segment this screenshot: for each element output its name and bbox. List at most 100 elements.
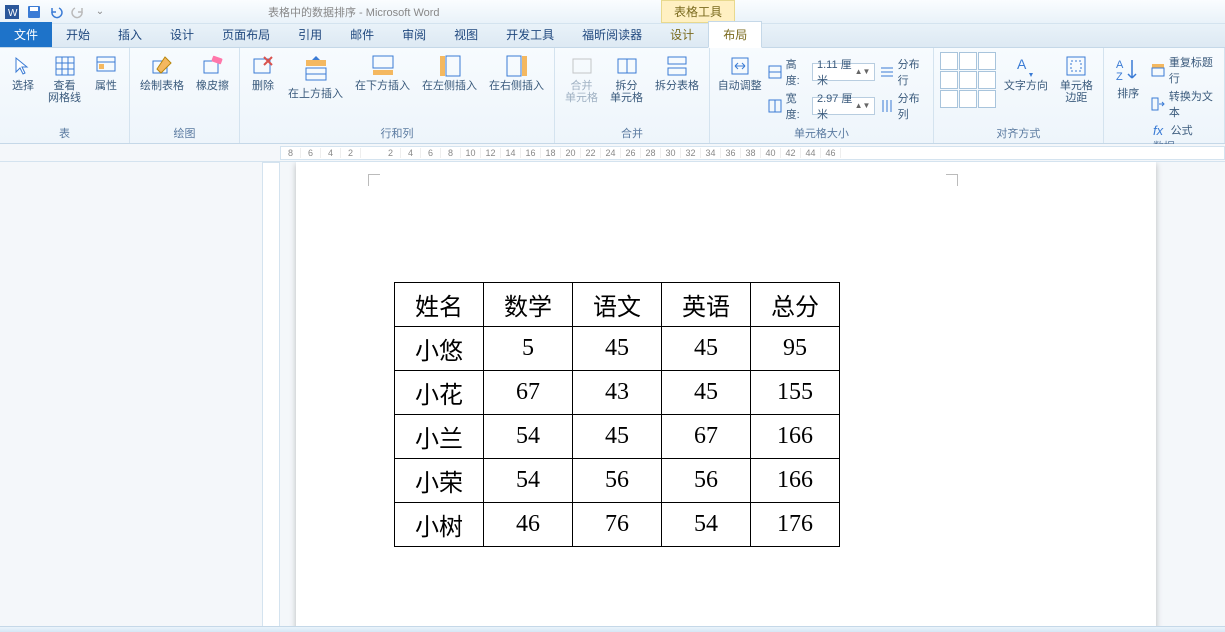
convert-text-button[interactable]: 转换为文本 <box>1151 88 1218 120</box>
align-tc[interactable] <box>959 52 977 70</box>
tab-page-layout[interactable]: 页面布局 <box>208 22 284 47</box>
properties-button[interactable]: 属性 <box>89 52 123 94</box>
table-cell[interactable]: 小悠 <box>395 327 484 371</box>
tab-foxit[interactable]: 福昕阅读器 <box>568 22 656 47</box>
select-button[interactable]: 选择 <box>6 52 40 94</box>
dist-cols-icon <box>879 98 893 114</box>
tab-review[interactable]: 审阅 <box>388 22 440 47</box>
tab-developer[interactable]: 开发工具 <box>492 22 568 47</box>
vertical-ruler[interactable] <box>262 162 280 632</box>
group-draw: 绘制表格 橡皮擦 绘图 <box>130 48 240 143</box>
align-ml[interactable] <box>940 71 958 89</box>
table-row[interactable]: 小树467654176 <box>395 503 840 547</box>
tab-design[interactable]: 设计 <box>156 22 208 47</box>
document-area: 姓名数学语文英语总分 小悠5454595小花674345155小兰5445671… <box>0 162 1225 632</box>
table-cell[interactable]: 45 <box>573 415 662 459</box>
table-cell[interactable]: 46 <box>484 503 573 547</box>
table-header[interactable]: 总分 <box>751 283 840 327</box>
document-table[interactable]: 姓名数学语文英语总分 小悠5454595小花674345155小兰5445671… <box>394 282 840 547</box>
table-cell[interactable]: 43 <box>573 371 662 415</box>
row-height-icon <box>767 64 781 80</box>
window-title: 表格中的数据排序 - Microsoft Word <box>268 4 440 20</box>
tab-table-layout[interactable]: 布局 <box>708 21 762 48</box>
repeat-header-button[interactable]: 重复标题行 <box>1151 54 1218 86</box>
autofit-button[interactable]: 自动调整 <box>716 52 763 94</box>
align-mr[interactable] <box>978 71 996 89</box>
eraser-icon <box>201 54 225 78</box>
table-cell[interactable]: 67 <box>484 371 573 415</box>
insert-below-button[interactable]: 在下方插入 <box>351 52 414 94</box>
cell-margins-button[interactable]: 单元格 边距 <box>1056 52 1097 106</box>
table-header[interactable]: 英语 <box>662 283 751 327</box>
tab-table-design[interactable]: 设计 <box>656 22 708 47</box>
table-cell[interactable]: 54 <box>484 415 573 459</box>
table-cell[interactable]: 小树 <box>395 503 484 547</box>
table-cell[interactable]: 45 <box>662 371 751 415</box>
margin-corner-tl <box>368 174 380 186</box>
table-cell[interactable]: 155 <box>751 371 840 415</box>
tab-mailings[interactable]: 邮件 <box>336 22 388 47</box>
height-input[interactable]: 1.11 厘米▲▼ <box>812 63 875 81</box>
table-row[interactable]: 小花674345155 <box>395 371 840 415</box>
table-row[interactable]: 小兰544567166 <box>395 415 840 459</box>
table-header[interactable]: 姓名 <box>395 283 484 327</box>
table-cell[interactable]: 5 <box>484 327 573 371</box>
horizontal-ruler[interactable]: 8642246810121416182022242628303234363840… <box>280 146 1225 160</box>
tab-home[interactable]: 开始 <box>52 22 104 47</box>
table-row[interactable]: 小悠5454595 <box>395 327 840 371</box>
tab-references[interactable]: 引用 <box>284 22 336 47</box>
table-cell[interactable]: 76 <box>573 503 662 547</box>
table-cell[interactable]: 54 <box>484 459 573 503</box>
table-cell[interactable]: 166 <box>751 415 840 459</box>
width-input[interactable]: 2.97 厘米▲▼ <box>812 97 875 115</box>
table-header[interactable]: 数学 <box>484 283 573 327</box>
table-cell[interactable]: 小荣 <box>395 459 484 503</box>
text-direction-button[interactable]: A文字方向 <box>1000 52 1052 94</box>
table-cell[interactable]: 67 <box>662 415 751 459</box>
redo-icon[interactable] <box>70 4 86 20</box>
merge-cells-button[interactable]: 合并 单元格 <box>561 52 602 106</box>
delete-button[interactable]: 删除 <box>246 52 280 94</box>
table-row[interactable]: 小荣545656166 <box>395 459 840 503</box>
distribute-cols-button[interactable]: 分布列 <box>879 90 926 122</box>
table-cell[interactable]: 45 <box>573 327 662 371</box>
align-bc[interactable] <box>959 90 977 108</box>
formula-icon: fx <box>1151 122 1167 138</box>
align-mc[interactable] <box>959 71 977 89</box>
insert-above-button[interactable]: 在上方插入 <box>284 52 347 102</box>
table-cell[interactable]: 166 <box>751 459 840 503</box>
ribbon-tabs: 文件 开始 插入 设计 页面布局 引用 邮件 审阅 视图 开发工具 福昕阅读器 … <box>0 24 1225 48</box>
word-icon: W <box>4 4 20 20</box>
insert-left-button[interactable]: 在左侧插入 <box>418 52 481 94</box>
insert-right-button[interactable]: 在右侧插入 <box>485 52 548 94</box>
table-header[interactable]: 语文 <box>573 283 662 327</box>
qat-customize-icon[interactable]: ⌄ <box>92 4 108 20</box>
align-tr[interactable] <box>978 52 996 70</box>
sort-button[interactable]: AZ排序 <box>1110 52 1147 102</box>
table-cell[interactable]: 小兰 <box>395 415 484 459</box>
table-cell[interactable]: 54 <box>662 503 751 547</box>
align-br[interactable] <box>978 90 996 108</box>
tab-file[interactable]: 文件 <box>0 22 52 47</box>
split-table-button[interactable]: 拆分表格 <box>651 52 703 94</box>
tab-view[interactable]: 视图 <box>440 22 492 47</box>
grid-icon <box>53 54 77 78</box>
svg-text:W: W <box>8 8 18 19</box>
tab-insert[interactable]: 插入 <box>104 22 156 47</box>
align-bl[interactable] <box>940 90 958 108</box>
eraser-button[interactable]: 橡皮擦 <box>192 52 233 94</box>
table-cell[interactable]: 45 <box>662 327 751 371</box>
table-cell[interactable]: 95 <box>751 327 840 371</box>
table-cell[interactable]: 176 <box>751 503 840 547</box>
table-cell[interactable]: 小花 <box>395 371 484 415</box>
align-tl[interactable] <box>940 52 958 70</box>
split-cells-button[interactable]: 拆分 单元格 <box>606 52 647 106</box>
table-cell[interactable]: 56 <box>662 459 751 503</box>
formula-button[interactable]: fx公式 <box>1151 122 1218 138</box>
table-cell[interactable]: 56 <box>573 459 662 503</box>
draw-table-button[interactable]: 绘制表格 <box>136 52 188 94</box>
undo-icon[interactable] <box>48 4 64 20</box>
view-gridlines-button[interactable]: 查看 网格线 <box>44 52 85 106</box>
distribute-rows-button[interactable]: 分布行 <box>879 56 926 88</box>
save-icon[interactable] <box>26 4 42 20</box>
